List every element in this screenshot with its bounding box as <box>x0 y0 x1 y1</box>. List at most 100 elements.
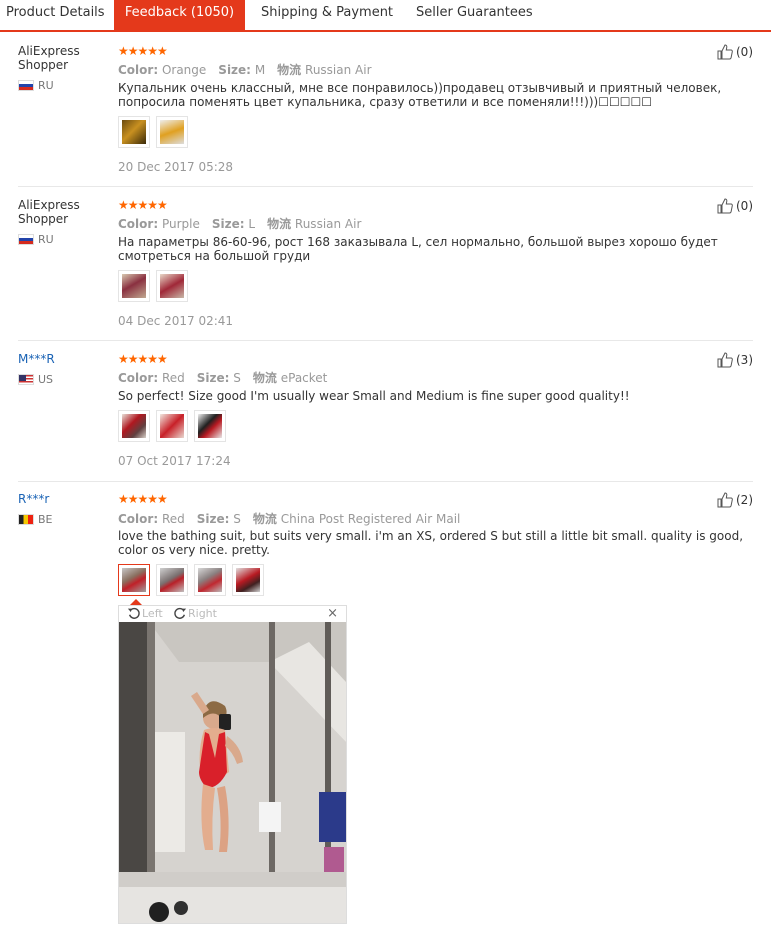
review-attributes: Color: Red Size: S 物流 China Post Registere… <box>118 510 460 527</box>
helpful-button[interactable]: (0) <box>717 44 753 60</box>
color-label: Color: <box>118 217 159 231</box>
shipping-label: 物流 <box>252 371 277 385</box>
color-label: Color: <box>118 371 159 385</box>
country-code: RU <box>38 79 54 92</box>
size-value: L <box>248 217 256 231</box>
size-label: Size: <box>196 371 230 385</box>
review-photo-thumbnail[interactable] <box>194 410 226 442</box>
helpful-count: (0) <box>736 45 753 59</box>
helpful-button[interactable]: (3) <box>717 352 753 368</box>
review-photos <box>118 270 188 302</box>
rotate-left-icon <box>127 607 140 619</box>
russia-flag-icon <box>18 234 34 245</box>
thumbs-up-icon <box>717 492 733 508</box>
size-label: Size: <box>211 217 245 231</box>
tab-feedback[interactable]: Feedback (1050) <box>114 0 245 30</box>
review-photo-thumbnail[interactable] <box>118 116 150 148</box>
country-code: US <box>38 373 54 386</box>
review-photo-thumbnail[interactable] <box>118 410 150 442</box>
reviewer-country: BE <box>18 513 53 526</box>
reviewer-country: RU <box>18 233 54 246</box>
usa-flag-icon <box>18 374 34 385</box>
viewer-toolbar: Left Right × <box>119 606 346 622</box>
color-value: Red <box>161 371 185 385</box>
mirror-selfie-image <box>119 622 346 923</box>
photo-viewer: Left Right × <box>118 605 347 924</box>
russia-flag-icon <box>18 80 34 91</box>
helpful-count: (2) <box>736 493 753 507</box>
reviewer-name: AliExpress Shopper <box>18 44 80 72</box>
shipping-label: 物流 <box>277 63 302 77</box>
size-value: S <box>233 512 241 526</box>
reviewer-country: RU <box>18 79 54 92</box>
reviewer-name[interactable]: R***r <box>18 492 108 506</box>
rotate-left-button[interactable]: Left <box>127 606 163 620</box>
review-text: So perfect! Size good I'm usually wear S… <box>118 389 630 403</box>
review-photos <box>118 116 188 148</box>
review-divider <box>18 186 753 187</box>
review-photo-large <box>119 622 346 923</box>
review-photo-thumbnail-selected[interactable] <box>118 564 150 596</box>
shipping-value: ePacket <box>280 371 328 385</box>
rating-stars: ★★★★★ <box>118 352 168 366</box>
review-text: love the bathing suit, but suits very sm… <box>118 529 744 557</box>
helpful-count: (0) <box>736 199 753 213</box>
tab-seller-guarantees[interactable]: Seller Guarantees <box>416 0 533 30</box>
shipping-label: 物流 <box>252 512 277 526</box>
tab-product-details[interactable]: Product Details <box>6 0 105 30</box>
color-label: Color: <box>118 63 159 77</box>
review-attributes: Color: Purple Size: L 物流 Russian Air <box>118 215 361 232</box>
color-label: Color: <box>118 512 159 526</box>
country-code: BE <box>38 513 53 526</box>
thumbs-up-icon <box>717 198 733 214</box>
rotate-right-label: Right <box>188 606 217 620</box>
rotate-left-label: Left <box>142 606 163 620</box>
size-value: S <box>233 371 241 385</box>
reviewer-name[interactable]: M***R <box>18 352 108 366</box>
review-date: 04 Dec 2017 02:41 <box>118 314 234 328</box>
review-photos <box>118 564 264 596</box>
color-value: Red <box>161 512 185 526</box>
review-text: На параметры 86-60-96, рост 168 заказыва… <box>118 235 718 263</box>
shipping-label: 物流 <box>267 217 292 231</box>
review-date: 20 Dec 2017 05:28 <box>118 160 234 174</box>
tab-shipping-payment[interactable]: Shipping & Payment <box>261 0 393 30</box>
rating-stars: ★★★★★ <box>118 44 168 58</box>
color-value: Orange <box>161 63 207 77</box>
tab-bar: Product Details Feedback (1050) Shipping… <box>0 0 771 32</box>
helpful-button[interactable]: (0) <box>717 198 753 214</box>
thumbs-up-icon <box>717 352 733 368</box>
shipping-value: Russian Air <box>305 63 372 77</box>
helpful-button[interactable]: (2) <box>717 492 753 508</box>
rotate-right-icon <box>174 607 187 619</box>
size-label: Size: <box>196 512 230 526</box>
review-attributes: Color: Orange Size: M 物流 Russian Air <box>118 61 372 78</box>
review-photo-thumbnail[interactable] <box>232 564 264 596</box>
review-photo-thumbnail[interactable] <box>194 564 226 596</box>
review-photos <box>118 410 226 442</box>
belgium-flag-icon <box>18 514 34 525</box>
review-text: Купальник очень классный, мне все понрав… <box>118 81 722 109</box>
review-photo-thumbnail[interactable] <box>156 116 188 148</box>
close-viewer-button[interactable]: × <box>327 606 338 621</box>
reviewer-country: US <box>18 373 53 386</box>
reviewer-name: AliExpress Shopper <box>18 198 80 226</box>
review-divider <box>18 340 753 341</box>
country-code: RU <box>38 233 54 246</box>
review-photo-thumbnail[interactable] <box>156 410 188 442</box>
size-label: Size: <box>218 63 251 77</box>
rotate-right-button[interactable]: Right <box>173 606 217 620</box>
rating-stars: ★★★★★ <box>118 198 168 212</box>
helpful-count: (3) <box>736 353 753 367</box>
color-value: Purple <box>161 217 200 231</box>
review-divider <box>18 481 753 482</box>
thumbs-up-icon <box>717 44 733 60</box>
review-date: 07 Oct 2017 17:24 <box>118 454 231 468</box>
review-photo-thumbnail[interactable] <box>156 270 188 302</box>
review-photo-thumbnail[interactable] <box>156 564 188 596</box>
shipping-value: Russian Air <box>294 217 362 231</box>
review-photo-thumbnail[interactable] <box>118 270 150 302</box>
review-attributes: Color: Red Size: S 物流 ePacket <box>118 369 327 386</box>
size-value: M <box>254 63 266 77</box>
shipping-value: China Post Registered Air Mail <box>280 512 461 526</box>
